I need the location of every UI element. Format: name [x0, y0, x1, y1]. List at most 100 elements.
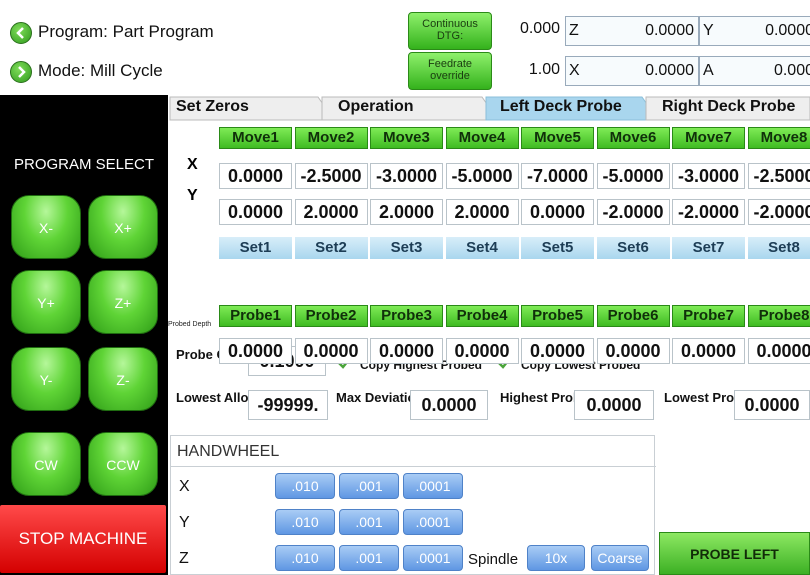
set-button-5[interactable]: Set5	[521, 237, 594, 259]
x-value-field-7[interactable]: -3.0000	[672, 163, 745, 189]
probe-button-2[interactable]: Probe2	[294, 305, 368, 327]
lowest-allowed-field[interactable]: -99999.	[248, 390, 328, 420]
y-value-field-7[interactable]: -2.0000	[672, 199, 745, 225]
x-value-field-8[interactable]: -2.5000	[747, 163, 810, 189]
spindle-label: Spindle	[468, 551, 519, 568]
jog-y-plus-button[interactable]: Y+	[11, 270, 81, 334]
tab-left-deck-probe[interactable]: Left Deck Probe	[494, 95, 622, 119]
lowest-allowed-label: Lowest Allowed	[176, 390, 274, 405]
left-panel: PROGRAM SELECT X- X+ Y+ Z+ Y- Z- CW CCW …	[0, 95, 168, 575]
y-value-field-2[interactable]: 2.0000	[294, 199, 368, 225]
move-button-8[interactable]: Move8	[747, 127, 810, 149]
hw-y-0001-button[interactable]: .0001	[403, 509, 463, 535]
lowest-probed-label: Lowest Probed	[664, 390, 758, 405]
axis-label: Z	[569, 22, 579, 39]
probe-button-4[interactable]: Probe4	[445, 305, 519, 327]
set-button-8[interactable]: Set8	[747, 237, 810, 259]
a-axis-readout: A 0.000	[699, 56, 810, 86]
highest-probed-label: Highest Probed	[500, 390, 597, 405]
move-button-6[interactable]: Move6	[596, 127, 670, 149]
jog-ccw-button[interactable]: CCW	[88, 432, 158, 496]
depth-value-field-6[interactable]: 0.0000	[596, 338, 670, 364]
move-button-4[interactable]: Move4	[445, 127, 519, 149]
lowest-probed-field[interactable]: 0.0000	[734, 390, 810, 420]
set-button-2[interactable]: Set2	[294, 237, 368, 259]
jog-cw-button[interactable]: CW	[11, 432, 81, 496]
hw-y-001-button[interactable]: .001	[339, 509, 399, 535]
y-value-field-4[interactable]: 2.0000	[445, 199, 519, 225]
y-value-field-8[interactable]: -2.0000	[747, 199, 810, 225]
jog-x-plus-button[interactable]: X+	[88, 195, 158, 259]
y-value-field-6[interactable]: -2.0000	[596, 199, 670, 225]
probe-screen: Program: Part Program Mode: Mill Cycle C…	[0, 0, 810, 575]
move-button-1[interactable]: Move1	[219, 127, 292, 149]
probe-button-8[interactable]: Probe8	[747, 305, 810, 327]
x-value-field-4[interactable]: -5.0000	[445, 163, 519, 189]
tab-operation[interactable]: Operation	[332, 95, 414, 119]
axis-label: A	[703, 62, 714, 79]
jog-x-minus-button[interactable]: X-	[11, 195, 81, 259]
probe-left-button[interactable]: PROBE LEFT	[659, 532, 810, 575]
set-button-6[interactable]: Set6	[596, 237, 670, 259]
tab-set-zeros[interactable]: Set Zeros	[170, 95, 249, 119]
probe-button-1[interactable]: Probe1	[219, 305, 292, 327]
feedrate-override-button[interactable]: Feedrate override	[408, 52, 492, 90]
depth-value-field-1[interactable]: 0.0000	[219, 338, 292, 364]
x-value-field-2[interactable]: -2.5000	[294, 163, 368, 189]
program-label: Program: Part Program	[38, 22, 214, 41]
set-button-1[interactable]: Set1	[219, 237, 292, 259]
depth-value-field-2[interactable]: 0.0000	[294, 338, 368, 364]
coarse-button[interactable]: Coarse	[591, 545, 649, 571]
hw-z-010-button[interactable]: .010	[275, 545, 335, 571]
hw-axis-z: Z	[179, 550, 189, 567]
axis-value: 0.0000	[645, 22, 694, 39]
hw-z-0001-button[interactable]: .0001	[403, 545, 463, 571]
y-value-field-1[interactable]: 0.0000	[219, 199, 292, 225]
probe-button-7[interactable]: Probe7	[672, 305, 745, 327]
spindle-10x-button[interactable]: 10x	[527, 545, 585, 571]
highest-probed-field[interactable]: 0.0000	[574, 390, 654, 420]
x-axis-readout: X 0.0000	[565, 56, 699, 86]
hw-z-001-button[interactable]: .001	[339, 545, 399, 571]
probe-button-5[interactable]: Probe5	[521, 305, 594, 327]
set-button-7[interactable]: Set7	[672, 237, 745, 259]
hw-x-0001-button[interactable]: .0001	[403, 473, 463, 499]
depth-value-field-5[interactable]: 0.0000	[521, 338, 594, 364]
x-value-field-1[interactable]: 0.0000	[219, 163, 292, 189]
x-row-label: X	[187, 156, 198, 173]
continuous-dtg-value: 0.000	[519, 20, 560, 37]
move-button-5[interactable]: Move5	[521, 127, 594, 149]
set-button-4[interactable]: Set4	[445, 237, 519, 259]
y-value-field-5[interactable]: 0.0000	[521, 199, 594, 225]
continuous-dtg-button[interactable]: Continuous DTG:	[408, 12, 492, 50]
jog-z-plus-button[interactable]: Z+	[88, 270, 158, 334]
program-select-title[interactable]: PROGRAM SELECT	[0, 156, 168, 173]
handwheel-panel: HANDWHEEL X .010 .001 .0001 Y .010 .001 …	[170, 435, 656, 575]
x-value-field-3[interactable]: -3.0000	[370, 163, 443, 189]
probe-button-6[interactable]: Probe6	[596, 305, 670, 327]
back-arrow-icon[interactable]	[10, 22, 32, 44]
move-button-7[interactable]: Move7	[672, 127, 745, 149]
depth-value-field-4[interactable]: 0.0000	[445, 338, 519, 364]
hw-x-010-button[interactable]: .010	[275, 473, 335, 499]
tab-right-deck-probe[interactable]: Right Deck Probe	[656, 95, 795, 119]
max-deviation-field[interactable]: 0.0000	[410, 390, 488, 420]
jog-z-minus-button[interactable]: Z-	[88, 347, 158, 411]
forward-arrow-icon[interactable]	[10, 61, 32, 83]
move-button-2[interactable]: Move2	[294, 127, 368, 149]
stop-machine-button[interactable]: STOP MACHINE	[0, 505, 166, 573]
y-value-field-3[interactable]: 2.0000	[370, 199, 443, 225]
x-value-field-5[interactable]: -7.0000	[521, 163, 594, 189]
depth-value-field-3[interactable]: 0.0000	[370, 338, 443, 364]
probe-button-3[interactable]: Probe3	[370, 305, 443, 327]
jog-y-minus-button[interactable]: Y-	[11, 347, 81, 411]
hw-x-001-button[interactable]: .001	[339, 473, 399, 499]
handwheel-divider	[171, 466, 656, 467]
move-button-3[interactable]: Move3	[370, 127, 443, 149]
hw-y-010-button[interactable]: .010	[275, 509, 335, 535]
axis-value: 0.0000	[765, 22, 810, 39]
depth-value-field-7[interactable]: 0.0000	[672, 338, 745, 364]
set-button-3[interactable]: Set3	[370, 237, 443, 259]
depth-value-field-8[interactable]: 0.0000	[747, 338, 810, 364]
x-value-field-6[interactable]: -5.0000	[596, 163, 670, 189]
